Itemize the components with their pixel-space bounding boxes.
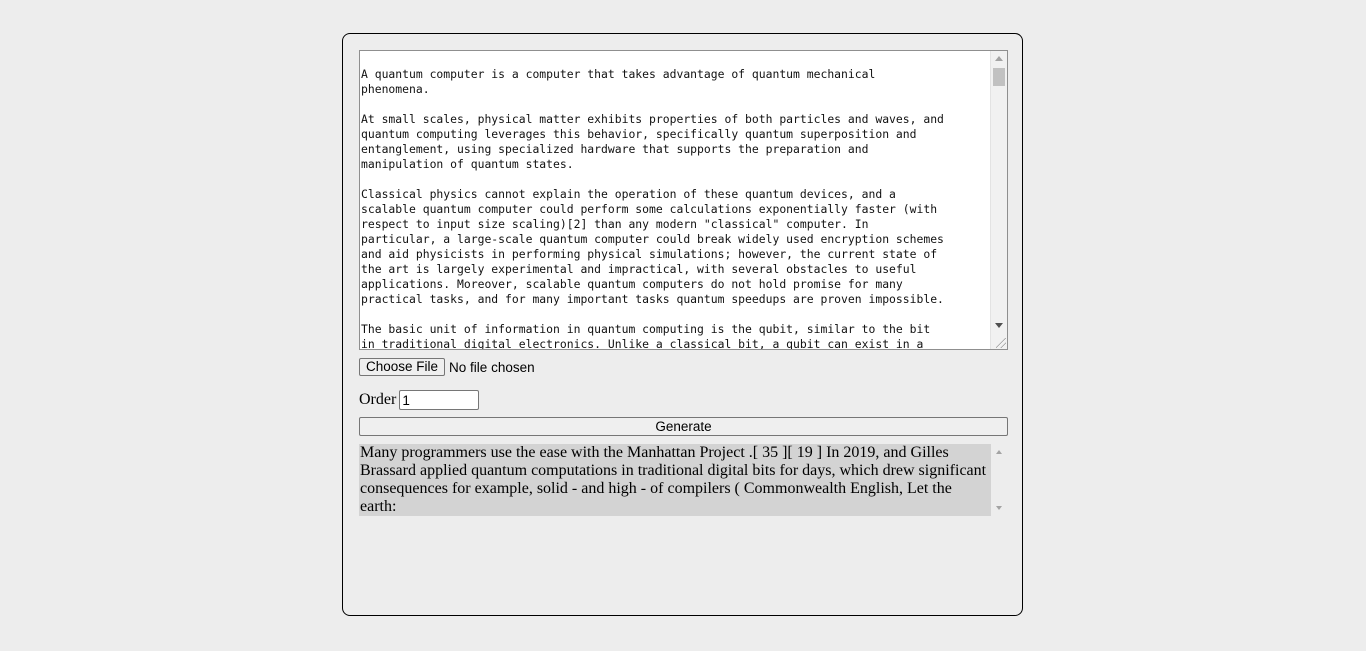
- file-input[interactable]: Choose File No file chosen: [359, 358, 535, 376]
- source-text[interactable]: A quantum computer is a computer that ta…: [361, 67, 989, 349]
- order-label: Order: [359, 391, 397, 408]
- order-row: Order: [359, 390, 480, 410]
- source-scrollbar[interactable]: [990, 51, 1007, 349]
- generator-panel: A quantum computer is a computer that ta…: [342, 33, 1023, 616]
- scroll-down-arrow-icon[interactable]: [996, 506, 1002, 510]
- output-area: Many programmers use the ease with the M…: [359, 444, 1008, 517]
- output-scrollbar[interactable]: [991, 444, 1008, 516]
- scroll-down-arrow-icon[interactable]: [995, 323, 1003, 328]
- generate-button[interactable]: Generate: [359, 417, 1008, 436]
- scroll-up-arrow-icon[interactable]: [995, 56, 1003, 61]
- order-input[interactable]: [399, 390, 480, 410]
- file-status: No file chosen: [449, 359, 535, 375]
- resize-grip-icon[interactable]: [996, 338, 1006, 348]
- choose-file-button[interactable]: Choose File: [359, 358, 446, 376]
- output-text: Many programmers use the ease with the M…: [359, 444, 991, 516]
- scroll-up-arrow-icon[interactable]: [996, 450, 1002, 454]
- source-text-area[interactable]: A quantum computer is a computer that ta…: [359, 50, 1008, 350]
- scroll-thumb[interactable]: [993, 68, 1005, 86]
